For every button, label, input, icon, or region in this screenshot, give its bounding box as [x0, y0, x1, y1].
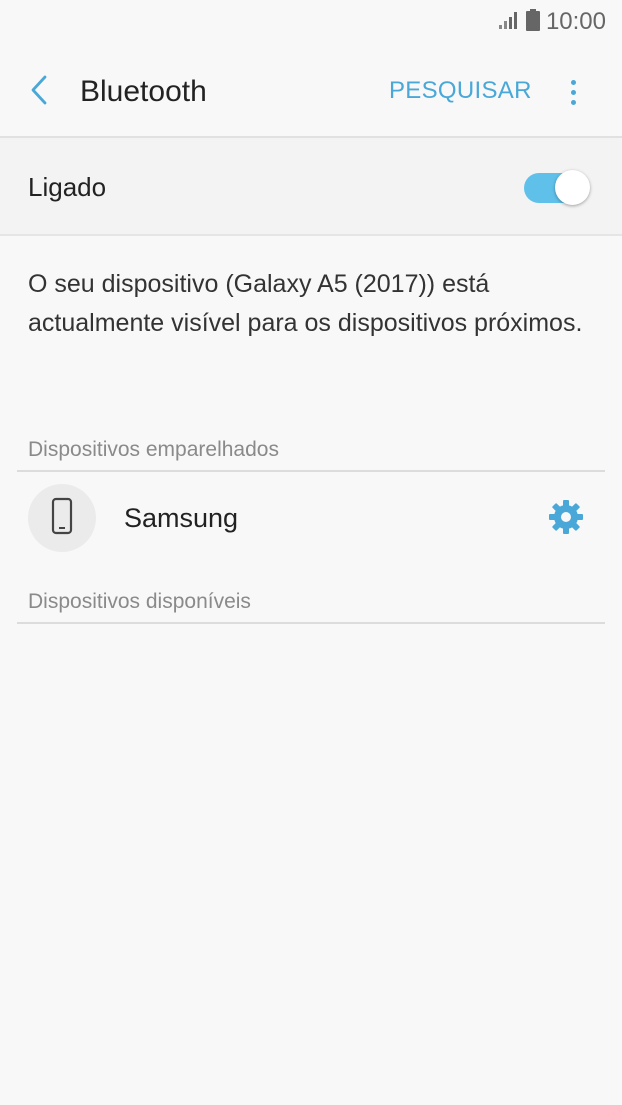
smartphone-icon	[51, 497, 73, 540]
more-vertical-icon	[570, 79, 576, 85]
available-devices-header: Dispositivos disponíveis	[17, 584, 605, 624]
status-icons: 10:00	[498, 8, 606, 36]
paired-devices-header: Dispositivos emparelhados	[17, 432, 605, 472]
device-settings-button[interactable]	[543, 496, 589, 542]
battery-icon	[525, 8, 540, 36]
paired-device-row[interactable]: Samsung	[17, 476, 605, 564]
available-devices-title: Dispositivos disponíveis	[28, 590, 251, 613]
back-button[interactable]	[22, 72, 56, 112]
device-name: Samsung	[124, 503, 239, 533]
bluetooth-toggle-label: Ligado	[28, 172, 107, 202]
device-avatar	[28, 484, 96, 552]
switch-thumb	[555, 170, 590, 205]
signal-icon	[498, 10, 520, 35]
more-options-button[interactable]	[562, 72, 584, 112]
bluetooth-toggle-row[interactable]: Ligado	[0, 138, 622, 236]
bluetooth-switch[interactable]	[524, 170, 590, 205]
app-bar: Bluetooth PESQUISAR	[0, 44, 622, 138]
status-time: 10:00	[545, 8, 606, 35]
search-button[interactable]: PESQUISAR	[389, 75, 532, 107]
chevron-left-icon	[30, 75, 48, 110]
paired-devices-title: Dispositivos emparelhados	[28, 438, 279, 461]
visibility-message: O seu dispositivo (Galaxy A5 (2017)) est…	[28, 270, 583, 337]
page-title: Bluetooth	[80, 75, 207, 108]
gear-icon	[547, 498, 585, 541]
status-bar: 10:00	[0, 0, 622, 44]
